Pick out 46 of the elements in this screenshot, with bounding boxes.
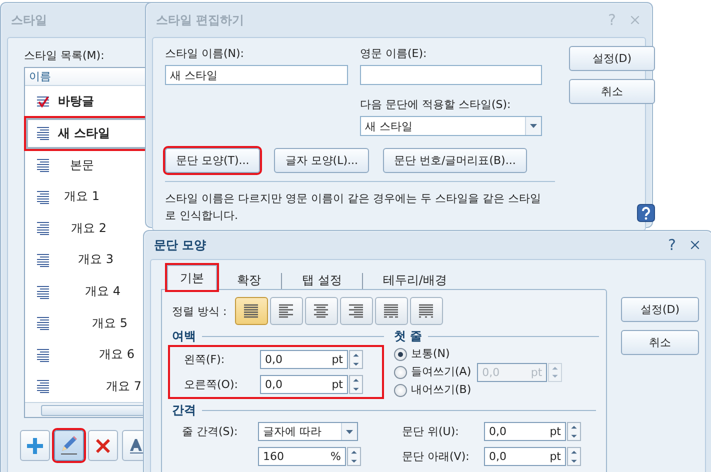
dialog-button[interactable]: 문단 번호/글머리표(B)... xyxy=(383,148,527,173)
field-label: 줄 간격(S): xyxy=(181,424,239,439)
style-list-item[interactable]: 개요 5 xyxy=(26,307,162,339)
number-field[interactable]: 0,0 pt xyxy=(260,350,348,369)
cancel-button[interactable]: 취소 xyxy=(621,330,699,355)
section-title: 간격 xyxy=(172,402,196,419)
line-spacing-dropdown[interactable]: 글자에 따라 xyxy=(258,422,358,441)
dialog-button[interactable]: 문단 모양(T)... xyxy=(165,148,260,173)
field-label: 문단 아래(V): xyxy=(402,449,470,464)
style-list-item[interactable]: 개요 7 xyxy=(26,370,162,402)
style-list-item[interactable]: 개요 6 xyxy=(26,339,162,371)
style-list-item[interactable]: 바탕글 xyxy=(26,86,162,118)
field-label: 오른쪽(O): xyxy=(183,377,239,392)
section-title: 여백 xyxy=(172,328,196,345)
window-title: 문단 모양 xyxy=(154,236,208,254)
field-label: 다음 문단에 적용할 스타일(S): xyxy=(360,97,512,112)
radio-option[interactable]: 보통(N) xyxy=(394,347,472,361)
number-field[interactable]: 0,0 pt xyxy=(484,447,566,466)
number-field[interactable]: 0,0 pt xyxy=(260,375,348,394)
next-style-dropdown[interactable]: 새 스타일 xyxy=(360,116,542,136)
style-list-item[interactable]: 본문 xyxy=(26,149,162,181)
field-label: 정렬 방식 : xyxy=(172,304,227,318)
ok-button[interactable]: 설정(D) xyxy=(621,297,699,322)
style-name-field[interactable]: 새 스타일 xyxy=(165,65,348,85)
tab[interactable]: 기본 xyxy=(167,265,217,290)
dialog-button[interactable]: 글자 모양(L)... xyxy=(274,148,369,173)
section-title: 첫 줄 xyxy=(394,328,422,345)
field-label: 왼쪽(F): xyxy=(183,352,226,367)
window-title: 스타일 편집하기 xyxy=(156,12,246,28)
note-text: 스타일 이름은 다르지만 영문 이름이 같은 경우에는 두 스타일을 같은 스타일로 인식합니다. xyxy=(165,191,542,224)
tab[interactable]: 탭 설정 xyxy=(290,270,354,290)
radio-option[interactable]: 들여쓰기(A) xyxy=(394,365,472,379)
field-label: 영문 이름(E): xyxy=(360,46,428,61)
tab[interactable]: 확장 xyxy=(225,270,273,290)
list-label: 스타일 목록(M): xyxy=(24,48,106,63)
field-label: 문단 위(U): xyxy=(402,424,460,439)
radio-option[interactable]: 내어쓰기(B) xyxy=(394,383,472,397)
ok-button[interactable]: 설정(D) xyxy=(569,46,655,71)
cancel-button[interactable]: 취소 xyxy=(569,79,655,104)
style-list-item[interactable]: 개요 4 xyxy=(26,276,162,308)
style-list-item[interactable]: 개요 1 xyxy=(26,180,162,212)
field-label: 스타일 이름(N): xyxy=(165,46,246,61)
tab[interactable]: 테두리/배경 xyxy=(370,270,459,290)
number-field[interactable]: 160 % xyxy=(258,447,346,466)
number-field[interactable]: 0,0 pt xyxy=(484,422,566,441)
help-button[interactable]: ? xyxy=(664,236,680,254)
